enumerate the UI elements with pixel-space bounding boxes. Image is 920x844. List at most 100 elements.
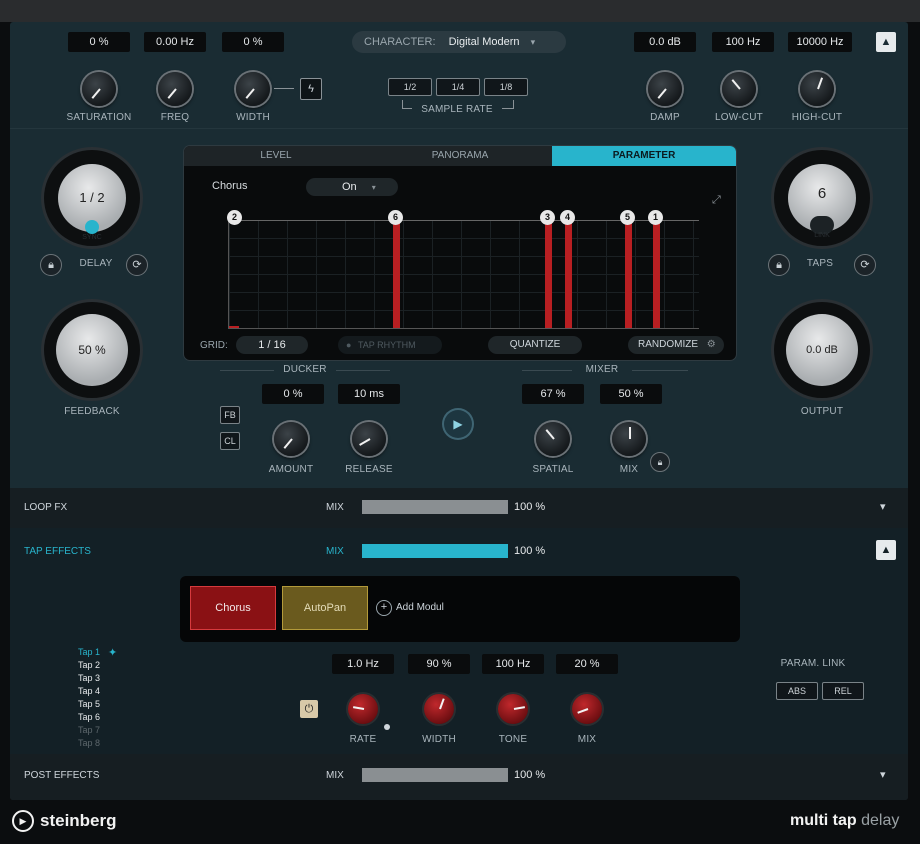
width-knob[interactable] [236,72,270,106]
post-effects-label: POST EFFECTS [24,770,100,781]
ducker-title: DUCKER [274,364,336,375]
tap-grid[interactable] [228,220,699,329]
fx-mix-value[interactable]: 20 % [556,654,618,674]
post-effects-mix-slider[interactable] [362,768,508,782]
lock-icon[interactable]: 🔒︎ [40,254,62,276]
tap-handle-1[interactable]: 1 [648,210,663,225]
ducker-release-knob[interactable] [352,422,386,456]
mixer-mix-knob[interactable] [612,422,646,456]
tap-list-item-6[interactable]: Tap 6 [78,711,138,724]
highcut-knob[interactable] [800,72,834,106]
tap-list-item-4[interactable]: Tap 4 [78,685,138,698]
mixer-spatial-knob[interactable] [536,422,570,456]
cycle-icon[interactable]: ⟳ [126,254,148,276]
footer: ▶ steinberg multi tap delay [0,800,920,844]
quantize-button[interactable]: QUANTIZE [488,336,582,354]
tap-list-item-2[interactable]: Tap 2 [78,659,138,672]
record-icon: ● [346,340,352,350]
saturation-knob[interactable] [82,72,116,106]
expand-icon[interactable]: ⤢ [712,194,721,207]
taps-lock-icon[interactable]: 🔒︎ [768,254,790,276]
power-icon[interactable]: ⏻ [300,700,318,718]
mixer-mix-value[interactable]: 50 % [600,384,662,404]
loop-fx-mix-slider[interactable] [362,500,508,514]
sample-rate-quarter-button[interactable]: 1/4 [436,78,480,96]
fx-width-value[interactable]: 90 % [408,654,470,674]
fb-button[interactable]: FB [220,406,240,424]
ducker-amount-knob[interactable] [274,422,308,456]
rate-value[interactable]: 1.0 Hz [332,654,394,674]
saturation-value[interactable]: 0 % [68,32,130,52]
collapse-tap-effects-button[interactable]: ▲ [876,540,896,560]
freq-knob[interactable] [158,72,192,106]
tap-list-item-7[interactable]: Tap 7 [78,724,138,737]
add-module-button[interactable]: Add Modul [396,602,444,613]
highcut-value[interactable]: 10000 Hz [788,32,852,52]
fx-mix-knob[interactable] [572,694,602,724]
width-label: WIDTH [236,112,270,123]
module-chorus[interactable]: Chorus [190,586,276,630]
tap-bar-6[interactable] [393,220,400,328]
chevron-down-icon[interactable]: ▾ [880,500,886,513]
mixer-spatial-value[interactable]: 67 % [522,384,584,404]
tap-list-item-8[interactable]: Tap 8 [78,737,138,750]
fx-width-label: WIDTH [422,734,456,745]
tap-list-item-3[interactable]: Tap 3 [78,672,138,685]
tap-effects-mix-slider[interactable] [362,544,508,558]
output-dial[interactable]: 0.0 dB [774,302,870,398]
lightning-icon[interactable]: ϟ [300,78,322,100]
lowcut-value[interactable]: 100 Hz [712,32,774,52]
damp-value[interactable]: 0.0 dB [634,32,696,52]
tap-bar-1[interactable] [653,220,660,328]
gear-icon[interactable]: ⚙ [707,339,716,350]
tap-handle-5[interactable]: 5 [620,210,635,225]
lowcut-knob[interactable] [722,72,756,106]
character-selector[interactable]: CHARACTER: Digital Modern ▾ [352,31,566,53]
freq-value[interactable]: 0.00 Hz [144,32,206,52]
abs-button[interactable]: ABS [776,682,818,700]
highcut-label: HIGH-CUT [791,112,843,123]
ducker-amount-value[interactable]: 0 % [262,384,324,404]
fx-width-knob[interactable] [424,694,454,724]
post-effects-mix-value: 100 % [514,769,546,781]
grid-select[interactable]: 1 / 16 [236,336,308,354]
collapse-top-button[interactable]: ▲ [876,32,896,52]
module-autopan[interactable]: AutoPan [282,586,368,630]
add-icon[interactable]: + [376,600,392,616]
tone-value[interactable]: 100 Hz [482,654,544,674]
rel-button[interactable]: REL [822,682,864,700]
delay-dial[interactable]: 1 / 2 SYNC [44,150,140,246]
tap-handle-6[interactable]: 6 [388,210,403,225]
chevron-down-icon[interactable]: ▾ [880,768,886,781]
ducker-release-value[interactable]: 10 ms [338,384,400,404]
tab-level[interactable]: LEVEL [184,146,368,166]
tap-bar-2[interactable] [229,326,239,328]
chevron-down-icon: ▾ [530,37,536,47]
tap-handle-3[interactable]: 3 [540,210,555,225]
rate-knob[interactable] [348,694,378,724]
tap-rhythm-button[interactable]: ● TAP RHYTHM [338,336,442,354]
tab-panorama[interactable]: PANORAMA [368,146,552,166]
tab-parameter[interactable]: PARAMETER [552,146,736,166]
tone-knob[interactable] [498,694,528,724]
feedback-dial[interactable]: 50 % [44,302,140,398]
tone-label: TONE [498,734,528,745]
sync-indicator[interactable] [85,220,99,234]
tap-handle-2[interactable]: 2 [227,210,242,225]
sample-rate-half-button[interactable]: 1/2 [388,78,432,96]
tap-bar-4[interactable] [565,220,572,328]
tap-effects-section: TAP EFFECTS MIX 100 % ▲ Chorus AutoPan +… [10,528,908,754]
cl-button[interactable]: CL [220,432,240,450]
randomize-button[interactable]: RANDOMIZE ⚙ [628,336,724,354]
taps-dial[interactable]: 6 LINK [774,150,870,246]
tap-list-item-5[interactable]: Tap 5 [78,698,138,711]
tap-bar-5[interactable] [625,220,632,328]
param-state-select[interactable]: On ▾ [306,178,398,196]
width-value[interactable]: 0 % [222,32,284,52]
taps-cycle-icon[interactable]: ⟳ [854,254,876,276]
tap-handle-4[interactable]: 4 [560,210,575,225]
tap-bar-3[interactable] [545,220,552,328]
damp-knob[interactable] [648,72,682,106]
sample-rate-eighth-button[interactable]: 1/8 [484,78,528,96]
play-icon[interactable]: ▶ [444,410,472,438]
